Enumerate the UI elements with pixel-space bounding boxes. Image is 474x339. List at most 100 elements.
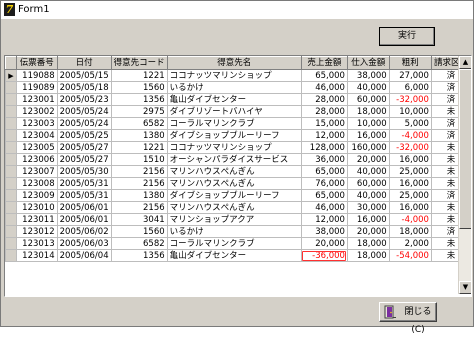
- grid-cell[interactable]: 123001: [15, 93, 58, 106]
- row-indicator[interactable]: [5, 201, 17, 214]
- grid-cell[interactable]: 1380: [110, 189, 168, 202]
- row-indicator[interactable]: [5, 225, 17, 238]
- grid-cell[interactable]: コーラルマリンクラブ: [166, 237, 302, 250]
- grid-cell[interactable]: 40,000: [346, 165, 390, 178]
- grid-cell[interactable]: ダイブショップブルーリーフ: [166, 189, 302, 202]
- grid-cell[interactable]: 65,000: [300, 165, 348, 178]
- grid-cell[interactable]: 1356: [110, 93, 168, 106]
- grid-cell[interactable]: 123007: [15, 165, 58, 178]
- grid-cell[interactable]: 2005/05/23: [56, 93, 112, 106]
- grid-cell[interactable]: 123004: [15, 129, 58, 142]
- table-row[interactable]: 123008 2005/05/31 2156 マリンハウスぺんぎん 76,000 60,0…: [5, 177, 471, 190]
- table-row[interactable]: 123009 2005/05/31 1380 ダイブショップブルーリーフ 65,000 4…: [5, 189, 471, 202]
- grid-cell[interactable]: 30,000: [346, 201, 390, 214]
- grid-cell[interactable]: 15,000: [300, 117, 348, 130]
- col-header[interactable]: 得意先名: [166, 56, 302, 70]
- grid-cell[interactable]: 2005/06/02: [56, 225, 112, 238]
- grid-cell[interactable]: 160,000: [346, 141, 390, 154]
- run-button[interactable]: 実行: [379, 27, 435, 46]
- grid-cell[interactable]: ココナッツマリンショップ: [166, 69, 302, 82]
- grid-cell[interactable]: 18,000: [346, 105, 390, 118]
- grid-cell[interactable]: 2156: [110, 177, 168, 190]
- grid-cell[interactable]: 123008: [15, 177, 58, 190]
- row-indicator[interactable]: [5, 141, 17, 154]
- grid-cell[interactable]: 6,000: [388, 81, 432, 94]
- grid-cell[interactable]: 36,000: [300, 153, 348, 166]
- grid-cell[interactable]: 2005/05/27: [56, 153, 112, 166]
- grid-cell[interactable]: 60,000: [346, 93, 390, 106]
- grid-cell[interactable]: 3041: [110, 213, 168, 226]
- grid-cell[interactable]: 16,000: [346, 213, 390, 226]
- close-button[interactable]: 閉じる(C): [379, 302, 437, 335]
- grid-cell[interactable]: 38,000: [346, 69, 390, 82]
- grid-cell[interactable]: 16,000: [388, 177, 432, 190]
- grid-cell[interactable]: 119088: [15, 69, 58, 82]
- table-row[interactable]: 123003 2005/05/24 6582 コーラルマリンクラブ 15,000 10,0…: [5, 117, 471, 130]
- scroll-down-arrow-icon[interactable]: ▼: [459, 281, 471, 294]
- grid-cell[interactable]: 1380: [110, 129, 168, 142]
- table-row[interactable]: 123007 2005/05/30 2156 マリンハウスぺんぎん 65,000 40,0…: [5, 165, 471, 178]
- grid-cell[interactable]: 40,000: [346, 81, 390, 94]
- row-indicator[interactable]: [5, 177, 17, 190]
- vertical-scrollbar[interactable]: ▲ ▼: [458, 56, 471, 294]
- grid-cell[interactable]: ダイブショップブルーリーフ: [166, 129, 302, 142]
- grid-cell[interactable]: 10,000: [346, 117, 390, 130]
- grid-cell[interactable]: 123014: [15, 249, 58, 262]
- grid-cell[interactable]: 12,000: [300, 213, 348, 226]
- table-row[interactable]: 119089 2005/05/18 1560 いるかけ 46,000 40,000 6,00…: [5, 81, 471, 94]
- grid-cell[interactable]: 65,000: [300, 189, 348, 202]
- table-row[interactable]: 123011 2005/06/01 3041 マリンショップアクア 12,000 16,0…: [5, 213, 471, 226]
- grid-cell[interactable]: 2005/06/04: [56, 249, 112, 262]
- col-header[interactable]: 仕入金額: [346, 56, 390, 70]
- grid-cell[interactable]: 25,000: [388, 189, 432, 202]
- grid-cell[interactable]: 亀山ダイブセンター: [166, 249, 302, 262]
- scroll-up-arrow-icon[interactable]: ▲: [459, 56, 471, 69]
- row-indicator[interactable]: [5, 237, 17, 250]
- grid-cell[interactable]: 123010: [15, 201, 58, 214]
- grid-cell[interactable]: マリンハウスぺんぎん: [166, 165, 302, 178]
- grid-cell[interactable]: いるかけ: [166, 225, 302, 238]
- grid-cell[interactable]: 2975: [110, 105, 168, 118]
- grid-cell[interactable]: ダイブリゾートバハイヤ: [166, 105, 302, 118]
- table-row[interactable]: 123005 2005/05/27 1221 ココナッツマリンショップ 128,000 1…: [5, 141, 471, 154]
- sales-grid[interactable]: 伝票番号 日付 得意先コード 得意先名 売上金額 仕入金額 粗利 請求区分 ▶ 1…: [4, 55, 472, 297]
- grid-cell[interactable]: 123012: [15, 225, 58, 238]
- grid-cell[interactable]: 123002: [15, 105, 58, 118]
- row-indicator[interactable]: [5, 105, 17, 118]
- scroll-thumb[interactable]: [459, 69, 471, 229]
- grid-cell[interactable]: 2156: [110, 201, 168, 214]
- grid-cell[interactable]: -4,000: [388, 129, 432, 142]
- grid-cell[interactable]: 2156: [110, 165, 168, 178]
- table-row[interactable]: 123006 2005/05/27 1510 オーシャンパラダイスサービス 36,000…: [5, 153, 471, 166]
- grid-cell[interactable]: 28,000: [300, 93, 348, 106]
- grid-cell[interactable]: 1356: [110, 249, 168, 262]
- table-row[interactable]: 123013 2005/06/03 6582 コーラルマリンクラブ 20,000 18,0…: [5, 237, 471, 250]
- grid-cell[interactable]: マリンハウスぺんぎん: [166, 177, 302, 190]
- grid-cell[interactable]: 12,000: [300, 129, 348, 142]
- grid-cell[interactable]: 2005/05/18: [56, 81, 112, 94]
- grid-cell[interactable]: 2005/05/24: [56, 105, 112, 118]
- grid-cell[interactable]: 40,000: [346, 189, 390, 202]
- table-row[interactable]: 123012 2005/06/02 1560 いるかけ 38,000 20,000 18,0…: [5, 225, 471, 238]
- row-indicator[interactable]: [5, 153, 17, 166]
- col-header[interactable]: 日付: [56, 56, 112, 70]
- row-indicator[interactable]: [5, 249, 17, 262]
- row-indicator[interactable]: [5, 129, 17, 142]
- grid-cell[interactable]: 46,000: [300, 81, 348, 94]
- grid-cell[interactable]: 60,000: [346, 177, 390, 190]
- grid-cell[interactable]: 20,000: [300, 237, 348, 250]
- table-row[interactable]: 123004 2005/05/25 1380 ダイブショップブルーリーフ 12,000 1…: [5, 129, 471, 142]
- grid-cell[interactable]: 2005/05/15: [56, 69, 112, 82]
- grid-cell[interactable]: オーシャンパラダイスサービス: [166, 153, 302, 166]
- grid-cell[interactable]: マリンショップアクア: [166, 213, 302, 226]
- editing-cell[interactable]: -36,000: [300, 249, 348, 262]
- grid-cell[interactable]: 18,000: [346, 249, 390, 262]
- grid-cell[interactable]: -54,000: [388, 249, 432, 262]
- grid-cell[interactable]: 18,000: [346, 237, 390, 250]
- grid-cell[interactable]: 2005/06/01: [56, 213, 112, 226]
- grid-cell[interactable]: 6582: [110, 237, 168, 250]
- grid-cell[interactable]: 2005/05/31: [56, 177, 112, 190]
- grid-cell[interactable]: 2005/05/27: [56, 141, 112, 154]
- row-indicator[interactable]: [5, 189, 17, 202]
- grid-cell[interactable]: 16,000: [388, 201, 432, 214]
